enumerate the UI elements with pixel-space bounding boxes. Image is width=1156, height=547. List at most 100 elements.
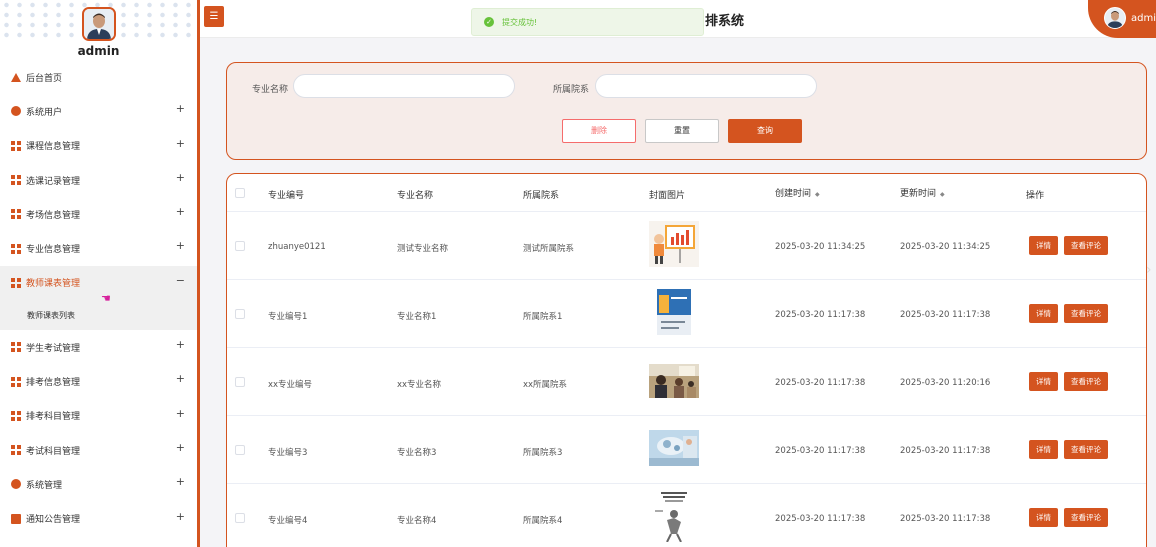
header-actions: 操作 <box>1026 191 1045 201</box>
sidebar-item-exam-subject-arrangement[interactable]: 排考科目管理 + <box>0 399 197 433</box>
cell-name: 专业名称3 <box>397 448 437 458</box>
major-table: 专业编号 专业名称 所属院系 封面图片 创建时间 ◆ 更新时间 ◆ 操作 zhuan… <box>226 173 1147 547</box>
header-code: 专业编号 <box>268 191 305 201</box>
cell-name: 专业名称1 <box>397 312 437 322</box>
sidebar-item-system-management[interactable]: 系统管理 + <box>0 467 197 501</box>
view-review-button[interactable]: 查看评论 <box>1064 304 1108 323</box>
sidebar-item-major-info[interactable]: 专业信息管理 + <box>0 231 197 265</box>
sidebar-item-student-exam[interactable]: 学生考试管理 + <box>0 330 197 364</box>
menu-toggle-button[interactable]: ☰ <box>204 6 224 27</box>
sidebar-item-course-selection[interactable]: 选课记录管理 + <box>0 163 197 197</box>
sports-book-cover-image[interactable] <box>649 490 699 542</box>
toast-message: 提交成功! <box>502 17 538 27</box>
cell-college: xx所属院系 <box>523 380 568 390</box>
college-input[interactable] <box>595 74 817 98</box>
page-title: 排系统 <box>705 14 745 29</box>
sidebar-item-dashboard[interactable]: 后台首页 <box>0 60 197 94</box>
science-photo-image[interactable] <box>649 430 699 466</box>
sidebar-item-announcement[interactable]: 通知公告管理 + <box>0 502 197 536</box>
cell-updated: 2025-03-20 11:17:38 <box>900 446 991 456</box>
avatar[interactable] <box>82 7 116 41</box>
top-header: ☰ ✓ 提交成功! 排系统 admin <box>200 0 1156 38</box>
book-cover-image[interactable] <box>649 289 699 335</box>
sidebar-item-course-info[interactable]: 课程信息管理 + <box>0 129 197 163</box>
sort-icon: ◆ <box>940 191 945 198</box>
user-menu[interactable]: admin <box>1088 0 1156 38</box>
cell-code: xx专业编号 <box>268 380 313 390</box>
avatar <box>1104 7 1126 29</box>
sidebar-item-label: 选课记录管理 <box>26 176 81 187</box>
sidebar-item-exam-subject[interactable]: 考试科目管理 + <box>0 433 197 467</box>
presentation-chart-image[interactable] <box>649 221 699 267</box>
sidebar-item-exam-room[interactable]: 考场信息管理 + <box>0 197 197 231</box>
hand-cursor-icon: ☚ <box>101 292 111 305</box>
sidebar-menu: 后台首页 系统用户 + 课程信息管理 + 选课记录管理 + 考场信息管理 + 专… <box>0 60 197 536</box>
expand-plus-icon: + <box>175 406 185 420</box>
row-checkbox[interactable] <box>235 241 245 251</box>
detail-button[interactable]: 详情 <box>1029 508 1058 527</box>
expand-plus-icon: + <box>175 475 185 489</box>
cell-created: 2025-03-20 11:34:25 <box>775 242 866 252</box>
cell-name: 测试专业名称 <box>397 244 449 254</box>
cell-code: 专业编号1 <box>268 312 308 322</box>
detail-button[interactable]: 详情 <box>1029 304 1058 323</box>
view-review-button[interactable]: 查看评论 <box>1064 372 1108 391</box>
grid-icon <box>11 209 21 220</box>
sidebar-item-label: 教师课表管理 <box>26 279 81 290</box>
major-name-input[interactable] <box>293 74 515 98</box>
header-created: 创建时间 <box>775 189 812 199</box>
view-review-button[interactable]: 查看评论 <box>1064 236 1108 255</box>
grid-icon <box>11 140 21 151</box>
cell-updated: 2025-03-20 11:17:38 <box>900 310 991 320</box>
table-row: zhuanye0121 测试专业名称 测试所属院系 2025-03-20 11:… <box>227 212 1146 280</box>
sidebar-item-label: 学生考试管理 <box>26 343 81 354</box>
header-cover: 封面图片 <box>649 191 686 201</box>
cell-created: 2025-03-20 11:17:38 <box>775 514 866 524</box>
table-row: 专业编号4 专业名称4 所属院系4 2025-03-20 11:17:38 20… <box>227 484 1146 547</box>
header-created-sortable[interactable]: 创建时间 ◆ <box>775 186 820 199</box>
detail-button[interactable]: 详情 <box>1029 372 1058 391</box>
grid-icon <box>11 277 21 288</box>
chevron-right-icon[interactable]: › <box>1146 262 1152 278</box>
classroom-photo-image[interactable] <box>649 364 699 398</box>
cell-created: 2025-03-20 11:17:38 <box>775 446 866 456</box>
row-checkbox[interactable] <box>235 309 245 319</box>
select-all-checkbox[interactable] <box>235 188 245 198</box>
row-checkbox[interactable] <box>235 513 245 523</box>
header-updated: 更新时间 <box>900 189 937 199</box>
delete-button[interactable]: 删除 <box>562 119 636 143</box>
cell-updated: 2025-03-20 11:34:25 <box>900 242 991 252</box>
grid-icon <box>11 410 21 421</box>
query-button[interactable]: 查询 <box>728 119 802 143</box>
header-updated-sortable[interactable]: 更新时间 ◆ <box>900 186 945 199</box>
cell-code: 专业编号4 <box>268 516 308 526</box>
detail-button[interactable]: 详情 <box>1029 440 1058 459</box>
college-label: 所属院系 <box>553 85 590 95</box>
expand-plus-icon: + <box>175 170 185 184</box>
sidebar-item-teacher-schedule[interactable]: 教师课表管理 − <box>0 265 197 301</box>
sidebar-item-label: 课程信息管理 <box>26 142 81 153</box>
sidebar-item-exam-arrangement[interactable]: 排考信息管理 + <box>0 364 197 398</box>
expand-plus-icon: + <box>175 239 185 253</box>
success-toast: ✓ 提交成功! <box>471 8 704 36</box>
cell-updated: 2025-03-20 11:20:16 <box>900 378 991 388</box>
expand-plus-icon: + <box>175 338 185 352</box>
row-checkbox[interactable] <box>235 445 245 455</box>
avatar-image <box>84 9 114 39</box>
row-checkbox[interactable] <box>235 377 245 387</box>
view-review-button[interactable]: 查看评论 <box>1064 440 1108 459</box>
sidebar-item-label: 考试科目管理 <box>26 446 81 457</box>
reset-button[interactable]: 重置 <box>645 119 719 143</box>
sidebar-subitem-label: 教师课表列表 <box>27 310 75 320</box>
sidebar-item-label: 专业信息管理 <box>26 245 81 256</box>
view-review-button[interactable]: 查看评论 <box>1064 508 1108 527</box>
detail-button[interactable]: 详情 <box>1029 236 1058 255</box>
sidebar: admin 后台首页 系统用户 + 课程信息管理 + 选课记录管理 + 考场信息… <box>0 0 200 547</box>
header-username: admin <box>1131 12 1156 24</box>
table-row: xx专业编号 xx专业名称 xx所属院系 2025-03-20 11:17:38… <box>227 348 1146 416</box>
sidebar-item-system-users[interactable]: 系统用户 + <box>0 94 197 128</box>
sidebar-subitem-teacher-schedule-list[interactable]: 教师课表列表 <box>0 300 197 331</box>
expand-plus-icon: + <box>175 372 185 386</box>
sidebar-item-label: 系统管理 <box>26 480 63 491</box>
collapse-minus-icon: − <box>175 273 185 287</box>
